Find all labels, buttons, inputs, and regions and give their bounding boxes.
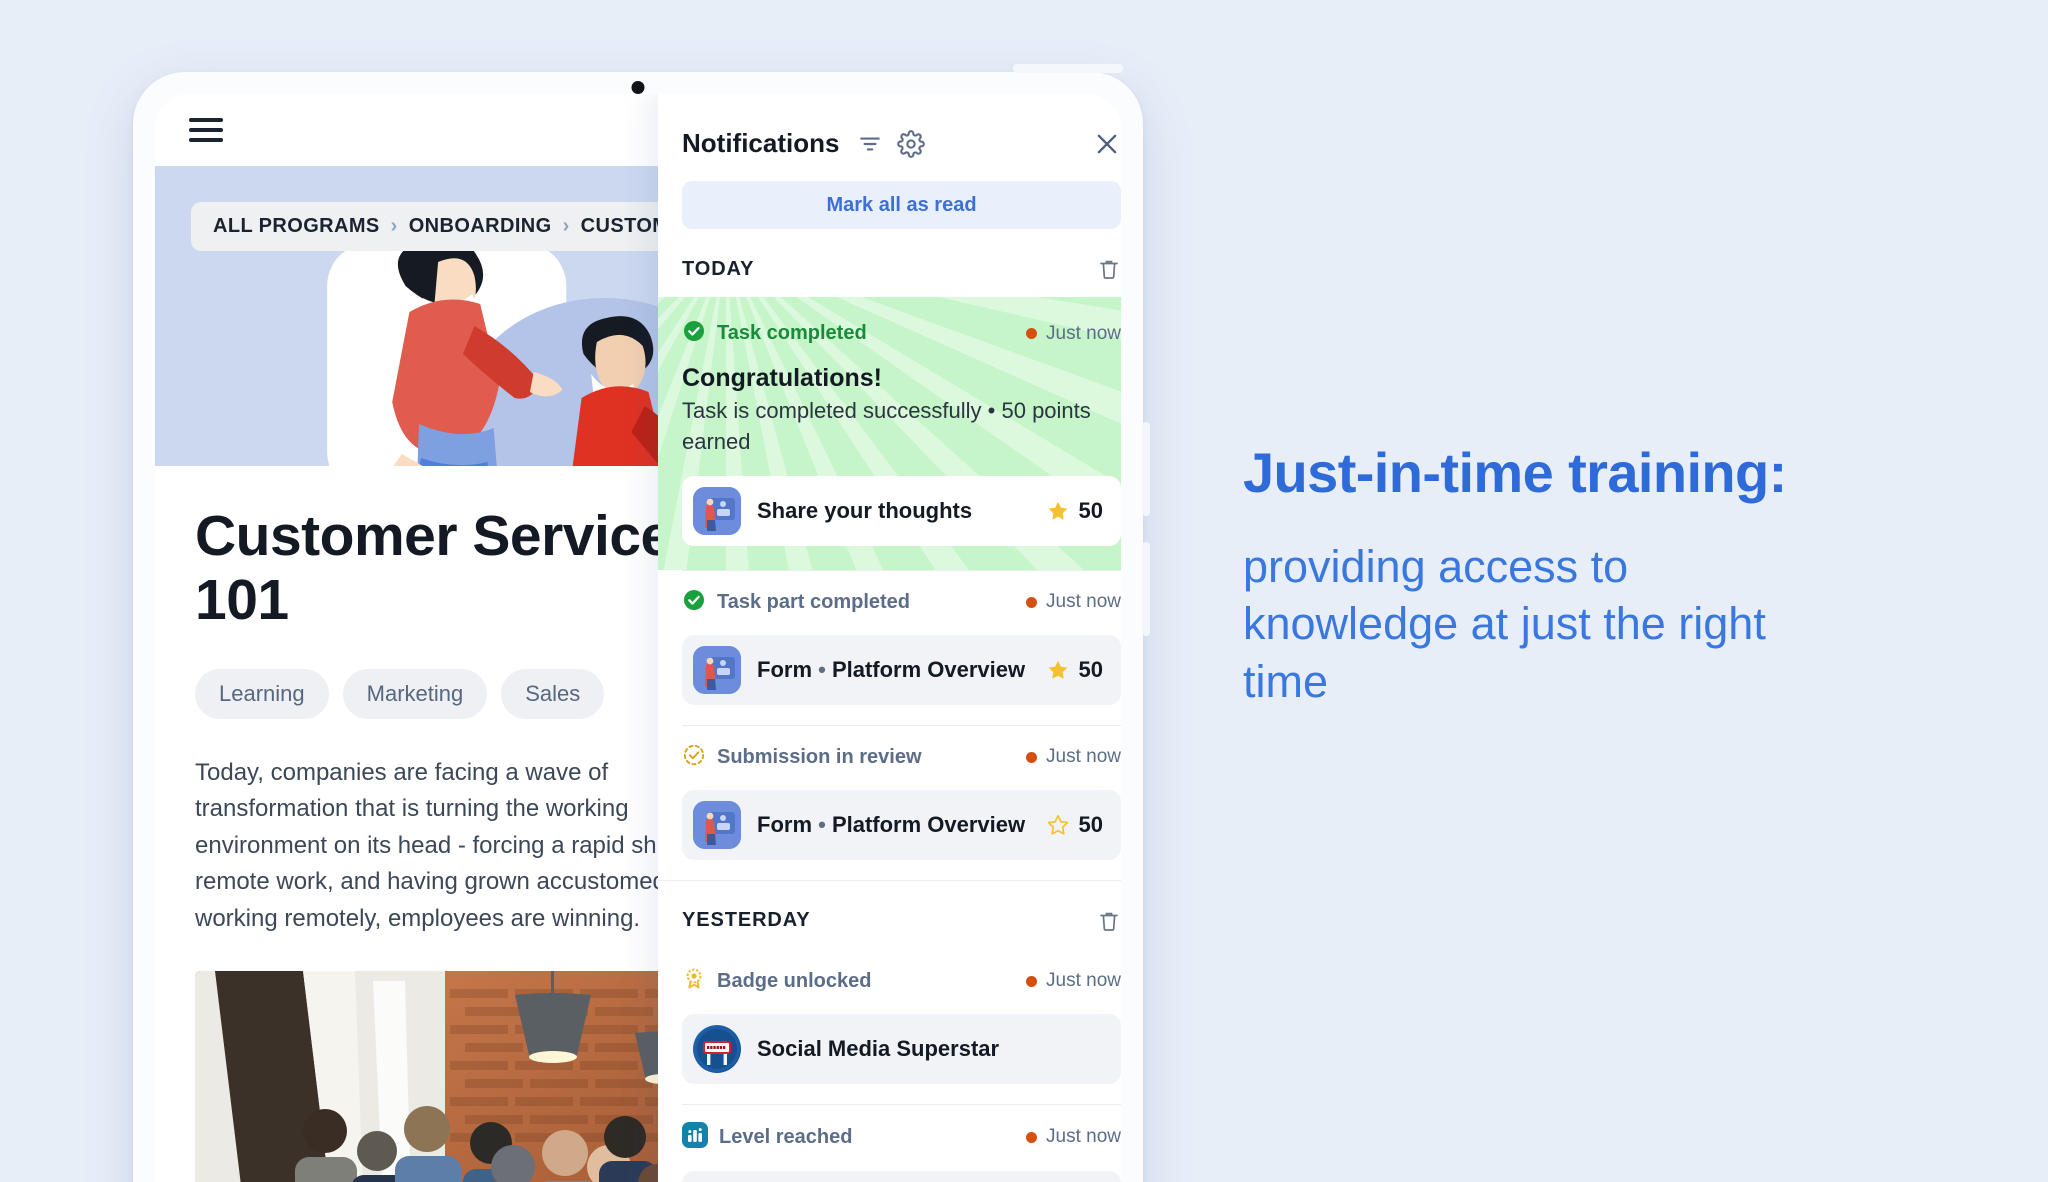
gear-icon[interactable] bbox=[897, 129, 926, 158]
notifications-panel-header: Notifications bbox=[658, 94, 1121, 159]
breadcrumb-item-0[interactable]: ALL PROGRAMS bbox=[213, 215, 380, 238]
points-value: 50 bbox=[1078, 497, 1103, 523]
unread-dot bbox=[1026, 751, 1038, 763]
notification-item-label: Social Media Superstar bbox=[757, 1035, 1000, 1061]
award-badge-icon bbox=[682, 967, 706, 996]
notification-item-label: Form • Platform Overview bbox=[757, 656, 1026, 682]
item-label-prefix: Form bbox=[757, 656, 812, 682]
page-root: ALL PROGRAMS › ONBOARDING › CUSTOMER SER… bbox=[0, 0, 2048, 1182]
volume-up-button[interactable] bbox=[1142, 422, 1150, 516]
check-circle-filled-icon bbox=[682, 319, 706, 348]
level-bars-icon bbox=[682, 1121, 708, 1153]
notification-message: Congratulations! Task is completed succe… bbox=[682, 364, 1121, 458]
tablet-screen: ALL PROGRAMS › ONBOARDING › CUSTOMER SER… bbox=[155, 94, 1121, 1182]
section-label-today: TODAY bbox=[682, 257, 755, 280]
notifications-panel: Notifications Mark all as read TODAY Tas… bbox=[658, 94, 1121, 1182]
notification-time: Just now bbox=[1026, 1126, 1121, 1148]
notification-item-card-partial[interactable] bbox=[682, 1170, 1121, 1182]
notification-time-label: Just now bbox=[1046, 322, 1121, 344]
promo-body: providing access to knowledge at just th… bbox=[1243, 540, 1766, 707]
notification-item-card[interactable]: Social Media Superstar bbox=[682, 1013, 1121, 1084]
notification-kind: Submission in review bbox=[717, 745, 922, 768]
star-filled-icon bbox=[1048, 501, 1067, 520]
notification-time-label: Just now bbox=[1046, 746, 1121, 768]
notification-kind: Badge unlocked bbox=[717, 969, 872, 992]
notification-submission-in-review[interactable]: Submission in review Just now Form • Pla… bbox=[658, 724, 1121, 880]
notification-item-card[interactable]: Form • Platform Overview 50 bbox=[682, 789, 1121, 860]
notification-time-label: Just now bbox=[1046, 591, 1121, 613]
front-camera bbox=[631, 81, 645, 94]
chevron-right-icon: › bbox=[562, 215, 570, 237]
star-filled-icon bbox=[1048, 660, 1067, 679]
item-label-main: Platform Overview bbox=[831, 811, 1026, 837]
trash-icon[interactable] bbox=[1097, 909, 1121, 933]
trash-icon[interactable] bbox=[1097, 257, 1121, 281]
course-thumbnail-icon bbox=[693, 486, 741, 535]
unread-dot bbox=[1026, 596, 1038, 608]
tag-sales[interactable]: Sales bbox=[501, 668, 605, 719]
item-label-prefix: Form bbox=[757, 811, 812, 837]
unread-dot bbox=[1026, 328, 1038, 339]
course-thumbnail-icon bbox=[693, 800, 741, 849]
notification-item-label: Share your thoughts bbox=[757, 497, 973, 523]
power-button[interactable] bbox=[1013, 64, 1123, 73]
notification-item-points: 50 bbox=[1046, 657, 1103, 683]
notification-kind: Level reached bbox=[719, 1125, 853, 1148]
tag-marketing[interactable]: Marketing bbox=[342, 668, 488, 719]
close-icon[interactable] bbox=[1093, 130, 1121, 158]
notification-description: Task is completed successfully • 50 poin… bbox=[682, 398, 1091, 454]
section-label-yesterday: YESTERDAY bbox=[682, 909, 811, 932]
notification-kind: Task part completed bbox=[717, 590, 911, 613]
section-header-yesterday: YESTERDAY bbox=[658, 879, 1121, 949]
badge-medal-icon bbox=[693, 1024, 741, 1073]
promo-text-block: Just-in-time training: providing access … bbox=[1243, 442, 1983, 710]
notification-item-card[interactable]: Form • Platform Overview 50 bbox=[682, 634, 1121, 705]
notification-level-reached[interactable]: Level reached Just now bbox=[658, 1103, 1121, 1182]
notification-time: Just now bbox=[1026, 746, 1121, 768]
points-value: 50 bbox=[1078, 656, 1103, 682]
check-circle-dashed-icon bbox=[682, 743, 706, 772]
notification-time-label: Just now bbox=[1046, 1126, 1121, 1148]
notification-task-completed[interactable]: Task completed Just now Congratulations!… bbox=[658, 297, 1121, 570]
notification-headline: Congratulations! bbox=[682, 364, 882, 392]
filter-icon[interactable] bbox=[857, 131, 883, 157]
notification-time: Just now bbox=[1026, 323, 1121, 345]
notification-time: Just now bbox=[1026, 591, 1121, 613]
notification-badge-unlocked[interactable]: Badge unlocked Just now Social Media Sup… bbox=[658, 949, 1121, 1104]
tablet-device-frame: ALL PROGRAMS › ONBOARDING › CUSTOMER SER… bbox=[133, 64, 1150, 1182]
mark-all-as-read-button[interactable]: Mark all as read bbox=[682, 181, 1121, 229]
notification-time: Just now bbox=[1026, 970, 1121, 992]
notification-task-part-completed[interactable]: Task part completed Just now Form • Plat… bbox=[658, 569, 1121, 725]
notification-item-points: 50 bbox=[1046, 498, 1103, 524]
notification-time-label: Just now bbox=[1046, 970, 1121, 992]
notification-item-label: Form • Platform Overview bbox=[757, 811, 1026, 837]
section-header-today: TODAY bbox=[658, 229, 1121, 297]
hamburger-menu-icon[interactable] bbox=[189, 118, 223, 142]
volume-down-button[interactable] bbox=[1142, 542, 1150, 636]
notification-kind: Task completed bbox=[717, 322, 867, 344]
check-circle-filled-icon bbox=[682, 588, 706, 617]
promo-heading: Just-in-time training: bbox=[1243, 441, 1787, 504]
unread-dot bbox=[1026, 975, 1038, 987]
notification-item-points: 50 bbox=[1046, 812, 1103, 838]
page-title: Customer Service 101 bbox=[195, 504, 672, 633]
star-outline-icon bbox=[1047, 814, 1068, 835]
chevron-right-icon: › bbox=[390, 215, 398, 237]
item-label-main: Platform Overview bbox=[831, 656, 1026, 682]
tag-learning[interactable]: Learning bbox=[195, 668, 329, 719]
notification-item-card[interactable]: Share your thoughts 50 bbox=[682, 475, 1121, 546]
unread-dot bbox=[1026, 1131, 1038, 1143]
breadcrumb-item-1[interactable]: ONBOARDING bbox=[409, 215, 552, 238]
course-thumbnail-icon bbox=[693, 645, 741, 694]
panel-title: Notifications bbox=[682, 128, 840, 158]
points-value: 50 bbox=[1078, 811, 1103, 837]
